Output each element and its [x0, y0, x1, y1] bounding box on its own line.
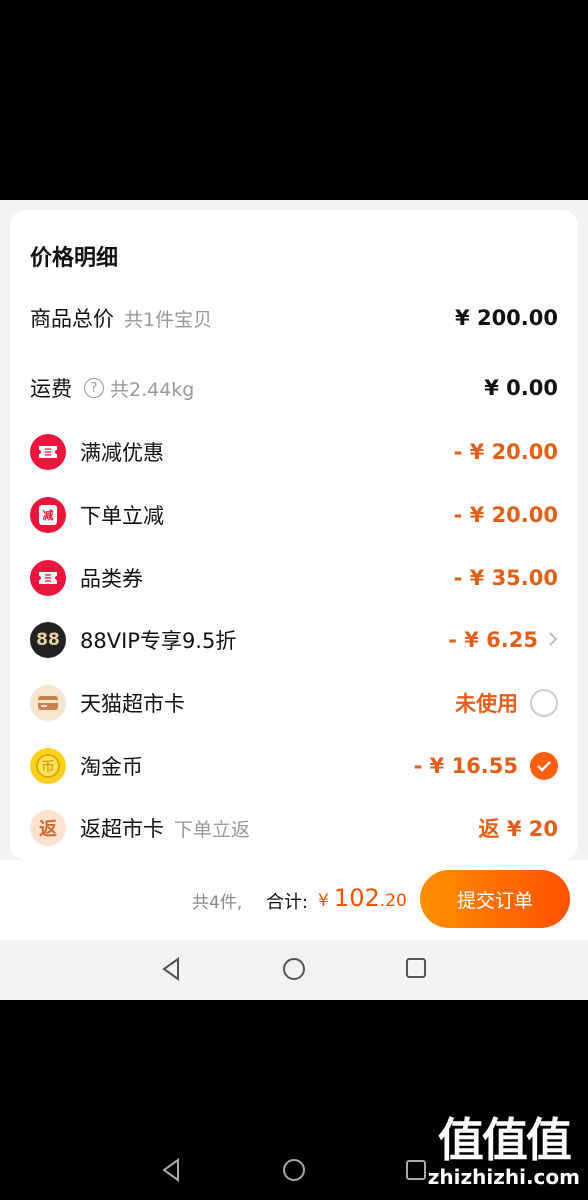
shipping-weight: 共2.44kg — [110, 378, 195, 401]
recents-icon[interactable] — [405, 957, 427, 983]
market-card-status: 未使用 — [455, 692, 518, 716]
price-detail-sheet: 价格明细 商品总价 共1件宝贝 ¥ 200.00 运费 ? 共2.44kg ¥ … — [0, 200, 588, 1000]
vip-discount-value: - ¥ 6.25 — [448, 628, 538, 652]
coins-value: - ¥ 16.55 — [413, 754, 518, 778]
rebate-icon-text: 返 — [39, 819, 57, 840]
recents-icon[interactable] — [405, 1159, 427, 1185]
order-discount-value: - ¥ 20.00 — [453, 503, 558, 527]
market-card-radio[interactable] — [530, 689, 558, 717]
rebate-sub: 下单立返 — [174, 818, 251, 841]
submit-order-button[interactable]: 提交订单 — [420, 870, 570, 928]
back-icon[interactable] — [160, 1158, 182, 1186]
help-icon[interactable]: ? — [84, 378, 104, 398]
category-coupon-label: 品类券 — [80, 567, 143, 591]
market-card-label: 天猫超市卡 — [80, 692, 185, 716]
total-currency: ¥ — [318, 891, 329, 911]
rebate-label: 返超市卡 — [80, 817, 164, 841]
ticket-icon — [30, 434, 66, 470]
total-amount: ¥ 102.20 — [318, 884, 407, 912]
discount-tag-text: 减 — [39, 505, 57, 525]
home-icon[interactable] — [282, 957, 306, 985]
goods-total-row: 商品总价 共1件宝贝 ¥ 200.00 — [30, 298, 558, 338]
vip88-icon: 88 — [30, 622, 66, 658]
shipping-row: 运费 ? 共2.44kg ¥ 0.00 — [30, 368, 558, 408]
full-reduction-value: - ¥ 20.00 — [453, 440, 558, 464]
price-detail-card: 价格明细 商品总价 共1件宝贝 ¥ 200.00 运费 ? 共2.44kg ¥ … — [10, 210, 578, 860]
back-icon[interactable] — [160, 957, 182, 985]
shipping-value: ¥ 0.00 — [484, 376, 558, 400]
ticket-icon — [30, 560, 66, 596]
full-reduction-label: 满减优惠 — [80, 441, 164, 465]
item-count: 共4件, — [192, 893, 243, 913]
vip88-text: 88 — [36, 630, 60, 650]
coins-label: 淘金币 — [80, 755, 143, 779]
discount-tag-icon: 减 — [30, 497, 66, 533]
rebate-row: 返 返超市卡 下单立返 返 ¥ 20 — [30, 808, 558, 848]
full-reduction-row: 满减优惠 - ¥ 20.00 — [30, 432, 558, 472]
shipping-label: 运费 — [30, 377, 72, 401]
coin-icon: 币 — [30, 748, 66, 784]
coins-row[interactable]: 币 淘金币 - ¥ 16.55 — [30, 746, 558, 786]
coins-checkbox[interactable] — [530, 752, 558, 780]
rebate-icon: 返 — [30, 810, 66, 846]
goods-total-label: 商品总价 — [30, 307, 114, 331]
svg-text:币: 币 — [41, 760, 54, 775]
order-discount-row: 减 下单立减 - ¥ 20.00 — [30, 495, 558, 535]
panel-title: 价格明细 — [30, 246, 119, 271]
vip-discount-row[interactable]: 88 88VIP专享9.5折 - ¥ 6.25 — [30, 620, 558, 660]
category-coupon-row: 品类券 - ¥ 35.00 — [30, 558, 558, 598]
watermark-domain: zhizhizhi.com — [427, 1165, 580, 1189]
android-nav-bar — [0, 940, 588, 1000]
card-icon — [30, 685, 66, 721]
total-integer: 102 — [333, 884, 380, 912]
goods-count: 共1件宝贝 — [124, 308, 213, 331]
vip-discount-label: 88VIP专享9.5折 — [80, 629, 237, 653]
category-coupon-value: - ¥ 35.00 — [453, 566, 558, 590]
chevron-right-icon[interactable] — [548, 628, 558, 652]
market-card-row[interactable]: 天猫超市卡 未使用 — [30, 683, 558, 723]
total-label: 合计: — [266, 892, 309, 913]
top-black-area — [0, 0, 588, 200]
total-decimal: .20 — [379, 891, 407, 911]
home-icon[interactable] — [282, 1158, 306, 1186]
checkout-bar: 共4件, 合计: ¥ 102.20 提交订单 — [0, 860, 588, 940]
check-icon — [537, 761, 551, 772]
goods-total-value: ¥ 200.00 — [455, 306, 558, 330]
watermark: 值值值 zhizhizhi.com — [428, 1115, 580, 1189]
rebate-value: 返 ¥ 20 — [478, 817, 558, 841]
watermark-logo: 值值值 — [437, 1113, 572, 1167]
order-discount-label: 下单立减 — [80, 504, 164, 528]
